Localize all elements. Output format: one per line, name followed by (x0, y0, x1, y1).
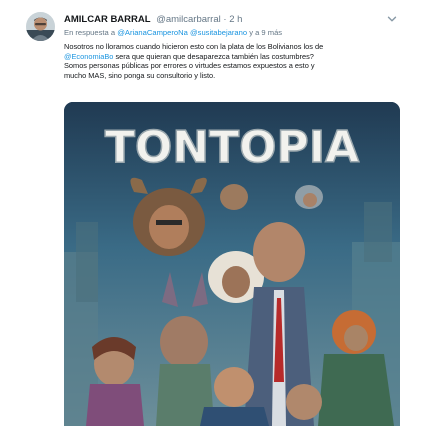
tweet-text: Nosotros no lloramos cuando hicieron est… (64, 42, 394, 80)
tweet[interactable]: AMILCAR BARRAL @amilcarbarral · 2 h En r… (0, 0, 422, 426)
tweet-header: AMILCAR BARRAL @amilcarbarral · 2 h (64, 13, 394, 27)
reply-prefix: En respuesta a (64, 28, 116, 37)
tweet-line: Somos personas públicas por errores o vi… (64, 61, 315, 71)
tweet-media-image[interactable]: TONTOPIA (64, 102, 400, 426)
poster-artwork: TONTOPIA (64, 102, 400, 426)
separator: · (223, 14, 227, 25)
avatar-photo (26, 12, 55, 41)
reply-mention-link[interactable]: @susitabejarano (190, 28, 247, 37)
reply-context: En respuesta a @ArianaCamperoNa @susitab… (64, 28, 402, 38)
tweet-line: @EconomiaBo sera que quieran que desapar… (64, 52, 394, 62)
avatar[interactable] (26, 12, 55, 41)
author-handle[interactable]: @amilcarbarral (156, 14, 221, 25)
reply-suffix[interactable]: y a 9 más (249, 28, 282, 37)
author-name[interactable]: AMILCAR BARRAL (64, 14, 151, 25)
tweet-line: Nosotros no lloramos cuando hicieron est… (64, 42, 324, 51)
chevron-down-icon[interactable] (386, 13, 398, 25)
body-mention-link[interactable]: @EconomiaBo (64, 52, 113, 61)
timestamp[interactable]: 2 h (229, 14, 242, 25)
poster-title: TONTOPIA (105, 122, 359, 173)
reply-mention-link[interactable]: @ArianaCamperoNa (117, 28, 188, 37)
tweet-line-text: sera que quieran que desaparezca también… (115, 51, 314, 61)
tweet-line: mucho MAS, sino ponga su consultorio y l… (64, 70, 216, 80)
